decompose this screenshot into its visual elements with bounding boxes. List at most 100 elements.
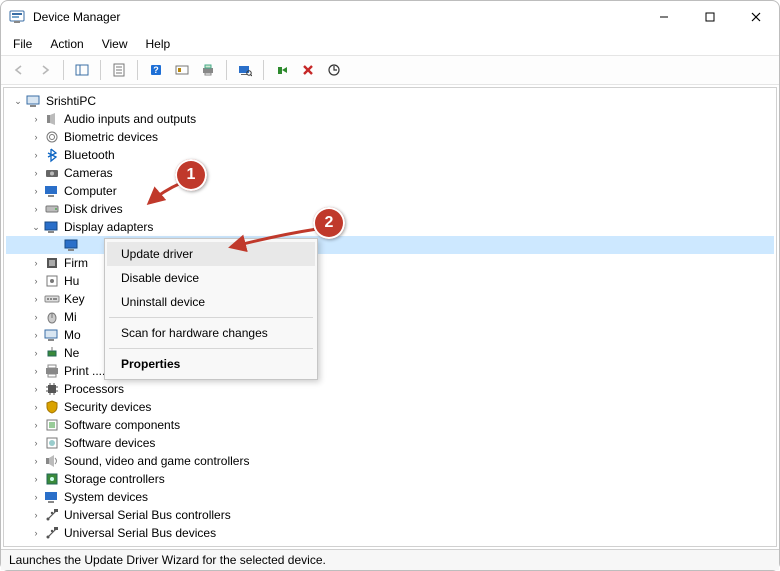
chevron-right-icon[interactable]: › [30,455,42,467]
tree-item-label: Audio inputs and outputs [64,110,196,128]
app-icon [9,9,25,25]
chevron-right-icon[interactable]: › [30,491,42,503]
tree-item-storage[interactable]: › Storage controllers [6,470,774,488]
properties-button[interactable] [107,59,131,81]
tree-item-label: Universal Serial Bus devices [64,524,216,542]
tree-item-software-components[interactable]: › Software components [6,416,774,434]
tree-item-computer[interactable]: › Computer [6,182,774,200]
ctx-uninstall-device[interactable]: Uninstall device [107,290,315,314]
tree-item-label: Cameras [64,164,113,182]
tree-item-usb-devices[interactable]: › Universal Serial Bus devices [6,524,774,542]
cpu-icon [44,381,60,397]
tree-item-label: Universal Serial Bus controllers [64,506,231,524]
disable-device-button[interactable] [296,59,320,81]
tree-item-processors[interactable]: › Processors [6,380,774,398]
device-tree[interactable]: ⌄ SrishtiPC › Audio inputs and outputs ›… [3,87,777,547]
chevron-right-icon[interactable]: › [30,365,42,377]
chevron-right-icon[interactable]: › [30,527,42,539]
chevron-right-icon[interactable]: › [30,401,42,413]
forward-button[interactable] [33,59,57,81]
action-center-button[interactable] [170,59,194,81]
tree-item-usb-controllers[interactable]: › Universal Serial Bus controllers [6,506,774,524]
menu-action[interactable]: Action [42,35,91,53]
close-button[interactable] [733,1,779,33]
chevron-right-icon[interactable]: › [30,329,42,341]
computer-icon [44,183,60,199]
biometric-icon [44,129,60,145]
root-label: SrishtiPC [46,92,96,110]
ctx-disable-device[interactable]: Disable device [107,266,315,290]
menu-view[interactable]: View [94,35,136,53]
chevron-right-icon[interactable]: › [30,419,42,431]
component-icon [44,417,60,433]
back-button[interactable] [7,59,31,81]
chevron-down-icon[interactable]: ⌄ [12,95,24,107]
tree-item-security-devices[interactable]: › Security devices [6,398,774,416]
network-icon [44,345,60,361]
chevron-right-icon[interactable]: › [30,473,42,485]
tree-item-label: Ne [64,344,79,362]
tree-item-label: Computer [64,182,117,200]
toolbar-separator [226,60,227,80]
toolbar: ? [1,55,779,85]
toolbar-separator [100,60,101,80]
chevron-right-icon[interactable]: › [30,509,42,521]
tree-item-label: Bluetooth [64,146,115,164]
ctx-properties[interactable]: Properties [107,352,315,376]
chevron-right-icon[interactable]: › [30,311,42,323]
callout-2: 2 [313,207,345,239]
tree-item-cameras[interactable]: › Cameras [6,164,774,182]
tree-item-label: Key [64,290,85,308]
tree-item-bluetooth[interactable]: › Bluetooth [6,146,774,164]
minimize-button[interactable] [641,1,687,33]
enable-device-button[interactable] [270,59,294,81]
root-node[interactable]: ⌄ SrishtiPC [6,92,774,110]
print-button[interactable] [196,59,220,81]
chevron-right-icon[interactable]: › [30,185,42,197]
chevron-right-icon[interactable]: › [30,113,42,125]
maximize-button[interactable] [687,1,733,33]
tree-item-label: Storage controllers [64,470,165,488]
mouse-icon [44,309,60,325]
callout-1: 1 [175,159,207,191]
window-title: Device Manager [33,10,641,24]
tree-item-label: Software devices [64,434,155,452]
chevron-right-icon[interactable]: › [30,437,42,449]
chevron-right-icon[interactable]: › [30,149,42,161]
chevron-right-icon[interactable]: › [30,293,42,305]
tree-item-system-devices[interactable]: › System devices [6,488,774,506]
bluetooth-icon [44,147,60,163]
chevron-right-icon[interactable]: › [30,275,42,287]
ctx-separator [109,317,313,318]
tree-item-sound[interactable]: › Sound, video and game controllers [6,452,774,470]
chevron-down-icon[interactable]: ⌄ [30,221,42,233]
chevron-right-icon[interactable]: › [30,383,42,395]
help-button[interactable]: ? [144,59,168,81]
tree-item-label: Sound, video and game controllers [64,452,249,470]
speaker-icon [44,453,60,469]
ctx-update-driver[interactable]: Update driver [107,242,315,266]
tree-item-label: Mi [64,308,77,326]
chevron-right-icon[interactable]: › [30,257,42,269]
tree-item-disk-drives[interactable]: › Disk drives [6,200,774,218]
tree-item-display-adapters[interactable]: ⌄ Display adapters [6,218,774,236]
tree-item-label: Display adapters [64,218,153,236]
chevron-right-icon[interactable]: › [30,131,42,143]
monitor-icon [44,327,60,343]
menu-help[interactable]: Help [138,35,179,53]
chevron-right-icon[interactable]: › [30,347,42,359]
usb-icon [44,525,60,541]
chevron-right-icon[interactable]: › [30,203,42,215]
scan-hardware-button[interactable] [233,59,257,81]
tree-item-label: Disk drives [64,200,123,218]
show-hide-tree-button[interactable] [70,59,94,81]
tree-item-label: Processors [64,380,124,398]
tree-item-software-devices[interactable]: › Software devices [6,434,774,452]
chevron-right-icon[interactable]: › [30,167,42,179]
tree-item-biometric[interactable]: › Biometric devices [6,128,774,146]
tree-item-label: Hu [64,272,79,290]
ctx-scan-hardware[interactable]: Scan for hardware changes [107,321,315,345]
menu-file[interactable]: File [5,35,40,53]
update-driver-button[interactable] [322,59,346,81]
tree-item-audio[interactable]: › Audio inputs and outputs [6,110,774,128]
